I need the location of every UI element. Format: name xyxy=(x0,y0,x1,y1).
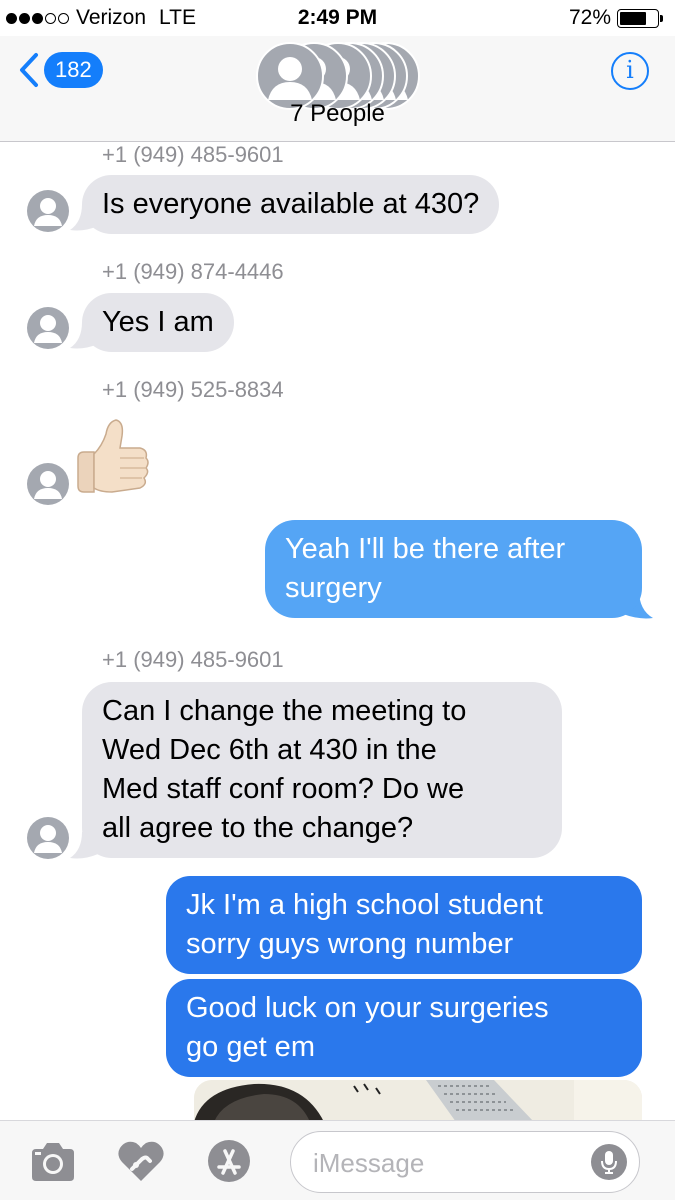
app-store-icon[interactable] xyxy=(204,1139,254,1183)
message-text-line: go get em xyxy=(186,1031,315,1063)
contact-avatar-icon[interactable] xyxy=(26,306,70,350)
thumbs-up-emoji-icon[interactable] xyxy=(72,414,152,498)
digital-touch-heart-icon[interactable] xyxy=(116,1139,166,1183)
outgoing-message-bubble[interactable]: Jk I'm a high school student sorry guys … xyxy=(166,876,642,974)
message-text-line: Good luck on your surgeries xyxy=(186,992,549,1024)
battery-tip xyxy=(660,14,663,22)
contact-avatar-icon[interactable] xyxy=(26,189,70,233)
battery-icon xyxy=(617,8,659,28)
incoming-message-bubble[interactable]: Yes I am xyxy=(82,293,234,352)
sender-label: +1 (949) 525-8834 xyxy=(102,377,284,402)
message-text-line: Yeah I'll be there after xyxy=(285,533,566,565)
message-input[interactable]: iMessage xyxy=(290,1131,640,1193)
message-text-line: Jk I'm a high school student xyxy=(186,889,543,921)
conversation-header: 182 7 People i xyxy=(0,36,675,142)
info-button[interactable]: i xyxy=(611,52,649,90)
message-text-line: surgery xyxy=(285,572,382,604)
camera-icon[interactable] xyxy=(28,1139,78,1183)
photo-thumbnail xyxy=(194,1080,642,1122)
contact-avatar-icon[interactable] xyxy=(26,462,70,506)
sender-label: +1 (949) 874-4446 xyxy=(102,259,284,284)
contact-avatar-icon[interactable] xyxy=(26,816,70,860)
group-title[interactable]: 7 People xyxy=(0,100,675,128)
message-text-line: sorry guys wrong number xyxy=(186,928,514,960)
message-text: Is everyone available at 430? xyxy=(102,188,480,220)
microphone-button[interactable] xyxy=(591,1144,627,1180)
battery-fill xyxy=(620,11,646,25)
sender-label: +1 (949) 485-9601 xyxy=(102,647,284,672)
message-text: Yes I am xyxy=(102,306,214,338)
status-bar: Verizon LTE 2:49 PM 72% xyxy=(0,0,675,36)
incoming-message-bubble[interactable]: Can I change the meeting to Wed Dec 6th … xyxy=(82,682,562,858)
battery-area: 72% xyxy=(569,6,663,30)
outgoing-message-bubble[interactable]: Good luck on your surgeries go get em xyxy=(166,979,642,1077)
battery-percent: 72% xyxy=(568,6,611,29)
unread-count-badge: 182 xyxy=(44,52,103,88)
chevron-left-icon xyxy=(20,53,38,87)
message-text-line: Wed Dec 6th at 430 in the xyxy=(102,734,437,766)
message-text-line: Can I change the meeting to xyxy=(102,695,467,727)
sender-label: +1 (949) 485-9601 xyxy=(102,142,284,167)
photo-attachment[interactable] xyxy=(194,1080,642,1122)
incoming-message-bubble[interactable]: Is everyone available at 430? xyxy=(82,175,500,234)
back-button[interactable]: 182 xyxy=(18,52,103,88)
message-placeholder: iMessage xyxy=(313,1148,425,1178)
message-text-line: all agree to the change? xyxy=(102,812,414,844)
message-input-bar: iMessage xyxy=(0,1120,675,1200)
message-text-line: Med staff conf room? Do we xyxy=(102,773,465,805)
outgoing-message-bubble[interactable]: Yeah I'll be there after surgery xyxy=(265,520,642,618)
microphone-icon xyxy=(601,1151,617,1174)
